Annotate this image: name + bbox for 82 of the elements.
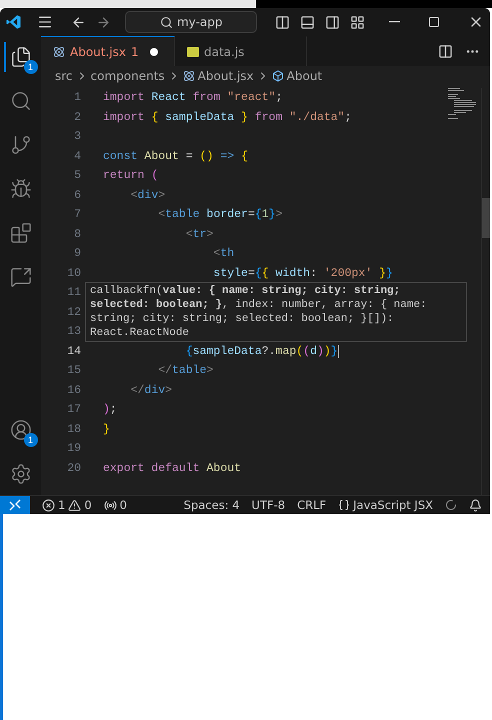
line-number: 7 bbox=[73, 208, 81, 222]
breadcrumb[interactable]: About.jsx bbox=[198, 69, 254, 83]
symbol-icon bbox=[272, 70, 284, 82]
line-number: 12 bbox=[66, 306, 81, 319]
antenna-icon bbox=[104, 498, 117, 512]
line-number: 6 bbox=[73, 188, 81, 202]
remote-button[interactable] bbox=[0, 496, 30, 514]
status-item[interactable]: Spaces: 4 bbox=[184, 498, 240, 512]
line-number: 11 bbox=[66, 286, 81, 300]
app-logo-icon bbox=[6, 14, 22, 30]
code-line: {sampleData?.map((d))} bbox=[184, 344, 339, 358]
line-number: 3 bbox=[73, 130, 81, 144]
code-line: <th bbox=[212, 247, 234, 260]
search-icon bbox=[160, 16, 173, 28]
line-number: 15 bbox=[66, 364, 81, 378]
bug-icon bbox=[10, 178, 32, 200]
arrow-right-icon bbox=[96, 14, 112, 30]
code-line: } bbox=[103, 422, 110, 436]
minimap-drawing bbox=[446, 88, 476, 120]
maximize-button[interactable] bbox=[426, 14, 442, 30]
line-number: 13 bbox=[66, 325, 81, 338]
error-icon bbox=[42, 498, 55, 512]
activity-button[interactable]: 1 bbox=[4, 415, 38, 445]
count-badge: 1 bbox=[24, 60, 38, 74]
editor-tab[interactable]: About.jsx 1 bbox=[41, 36, 175, 66]
language-status[interactable]: JavaScript JSX bbox=[338, 498, 433, 512]
line-number: 18 bbox=[66, 422, 81, 436]
files-icon bbox=[10, 46, 32, 68]
line-number: 19 bbox=[66, 442, 81, 456]
atom-icon bbox=[182, 70, 195, 82]
line-number: 1 bbox=[73, 91, 81, 104]
search-field[interactable]: my-app bbox=[125, 11, 257, 33]
breadcrumb[interactable]: src bbox=[55, 69, 73, 83]
code-line: <div> bbox=[130, 188, 166, 202]
code-line: import React from "react"; bbox=[103, 91, 282, 104]
remote-icon bbox=[9, 499, 21, 511]
line-number: 2 bbox=[73, 110, 81, 124]
code-line: export default About bbox=[103, 462, 242, 475]
code-line: return ( bbox=[103, 169, 158, 182]
line-number: 10 bbox=[66, 266, 81, 280]
code-line: <table border={1}> bbox=[157, 208, 282, 222]
atom-icon bbox=[53, 46, 65, 58]
line-number: 9 bbox=[73, 247, 81, 260]
code-line: </div> bbox=[130, 384, 172, 397]
search-icon bbox=[10, 90, 32, 112]
warning-icon bbox=[68, 498, 82, 512]
notifications-icon[interactable] bbox=[469, 498, 482, 512]
unsaved-dot bbox=[150, 48, 158, 56]
code-line: <tr> bbox=[184, 228, 214, 241]
hover-tooltip: callbackfn(value: { name: string; city: string; selected: boolean; }, index: number, array: { name: string; city: string; selected: boolean; }[]): React.ReactNode bbox=[85, 282, 467, 342]
line-number: 20 bbox=[66, 462, 81, 475]
line-number: 5 bbox=[73, 169, 81, 182]
text-cursor bbox=[338, 344, 339, 358]
status-item[interactable]: CRLF bbox=[297, 498, 326, 512]
line-number: 8 bbox=[73, 228, 81, 241]
line-number: 4 bbox=[73, 150, 81, 163]
status-item[interactable]: UTF-8 bbox=[252, 498, 286, 512]
line-number: 17 bbox=[66, 403, 81, 416]
code-line: style={{ width: '200px' }} bbox=[212, 266, 393, 280]
braces-icon bbox=[338, 499, 350, 511]
activity-button[interactable]: 1 bbox=[4, 42, 38, 72]
account-icon bbox=[10, 419, 32, 441]
breadcrumb[interactable]: components bbox=[90, 69, 165, 83]
settings-icon bbox=[10, 463, 32, 485]
js-icon bbox=[187, 46, 199, 56]
spinner-icon bbox=[445, 499, 457, 511]
breadcrumb[interactable]: About bbox=[286, 69, 322, 83]
count-badge: 1 bbox=[24, 433, 38, 447]
minimize-button[interactable] bbox=[387, 19, 402, 25]
line-number: 14 bbox=[66, 344, 81, 358]
code-line: const About = () => { bbox=[103, 150, 248, 163]
code-line: ); bbox=[103, 403, 117, 416]
problems-status[interactable]: 1 0 bbox=[42, 498, 92, 512]
code-line: </table> bbox=[157, 364, 214, 378]
chat-icon bbox=[10, 266, 32, 288]
code-line: import { sampleData } from "./data"; bbox=[103, 110, 352, 124]
branch-icon bbox=[10, 134, 32, 156]
ports-status[interactable]: 0 bbox=[104, 498, 127, 512]
minimize-icon bbox=[389, 21, 400, 23]
line-number: 16 bbox=[66, 384, 81, 397]
scrollbar[interactable] bbox=[481, 88, 490, 495]
blocks-icon bbox=[10, 222, 32, 244]
